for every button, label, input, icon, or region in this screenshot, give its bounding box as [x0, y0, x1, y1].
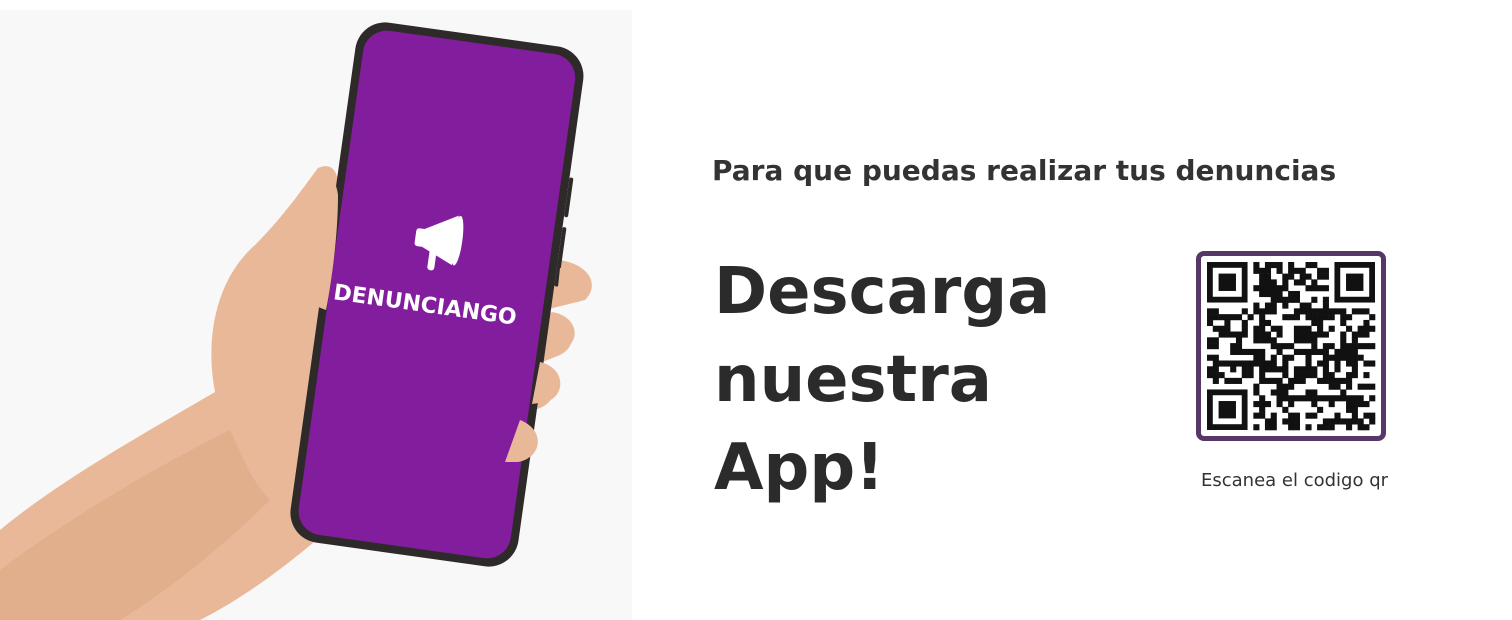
hand-holding-phone-image: DENUNCIANGO	[0, 10, 632, 620]
qr-code[interactable]	[1196, 251, 1386, 441]
subtitle: Para que puedas realizar tus denuncias	[712, 154, 1337, 187]
headline: Descarga nuestra App!	[714, 248, 1134, 512]
headline-line-3: App!	[714, 431, 885, 505]
qr-caption: Escanea el codigo qr	[1201, 470, 1389, 491]
headline-line-1: Descarga	[714, 255, 1051, 329]
qr-code-icon	[1207, 262, 1376, 431]
headline-line-2: nuestra	[714, 343, 992, 417]
download-app-banner: DENUNCIANGO Para que puedas realizar tus…	[0, 0, 1512, 620]
